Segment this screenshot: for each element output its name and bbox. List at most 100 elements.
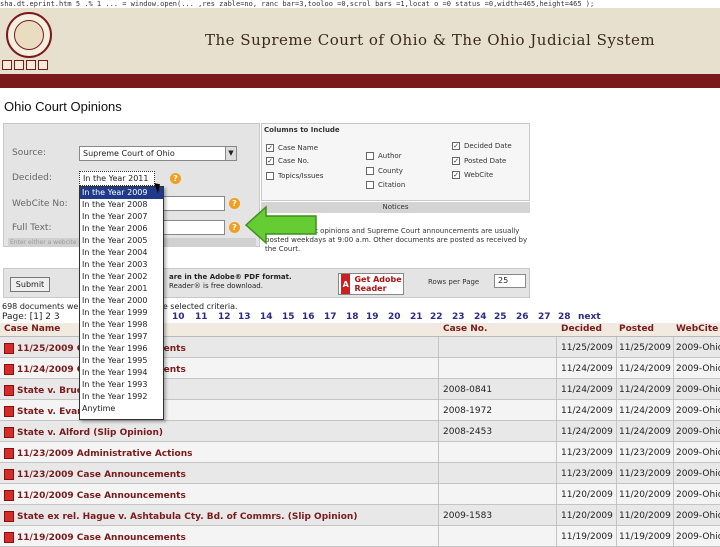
- pagination-link[interactable]: 23: [452, 312, 465, 322]
- get-adobe-reader-badge[interactable]: A Get Adobe Reader: [338, 273, 404, 295]
- pagination-link[interactable]: 14: [260, 312, 273, 322]
- header-case-name[interactable]: Case Name: [4, 324, 60, 334]
- decided-dropdown-option[interactable]: In the Year 2001: [80, 283, 163, 295]
- table-row[interactable]: 11/20/2009 Case Announcements 11/20/2009 1…: [0, 484, 720, 505]
- pagination-link[interactable]: 21: [410, 312, 423, 322]
- decided-dropdown-option[interactable]: In the Year 2005: [80, 235, 163, 247]
- decided-dropdown-option[interactable]: In the Year 1993: [80, 379, 163, 391]
- column-divider: [673, 379, 674, 399]
- source-select[interactable]: Supreme Court of Ohio ▼: [79, 146, 237, 161]
- posted-cell: 11/24/2009: [619, 385, 671, 395]
- column-divider: [616, 442, 617, 462]
- pdf-icon: [4, 385, 14, 396]
- decided-dropdown-option[interactable]: In the Year 2007: [80, 211, 163, 223]
- decided-dropdown-list[interactable]: In the Year 2009 In the Year 2008 In the Y…: [79, 186, 164, 420]
- checkbox-empty-icon: [266, 172, 274, 180]
- pagination-link[interactable]: 16: [302, 312, 315, 322]
- pdf-icon: [4, 490, 14, 501]
- decided-dropdown-option[interactable]: Anytime: [80, 403, 163, 415]
- posted-cell: 11/24/2009: [619, 427, 671, 437]
- pdf-icon: [4, 448, 14, 459]
- checkbox-label: County: [378, 167, 403, 175]
- pagination-link[interactable]: 17: [324, 312, 337, 322]
- header-webcite[interactable]: WebCite: [676, 324, 718, 334]
- case-name-link[interactable]: 11/20/2009 Case Announcements: [4, 490, 186, 501]
- pagination-link[interactable]: 19: [366, 312, 379, 322]
- decided-dropdown-option[interactable]: In the Year 1995: [80, 355, 163, 367]
- table-row[interactable]: State v. Alford (Slip Opinion) 2008-2453 1…: [0, 421, 720, 442]
- column-checkbox-posted-date[interactable]: ✓ Posted Date: [452, 157, 506, 165]
- column-divider: [556, 505, 557, 525]
- decided-dropdown-option[interactable]: In the Year 1996: [80, 343, 163, 355]
- rows-per-page-select[interactable]: 25: [494, 274, 526, 288]
- pagination-link[interactable]: 25: [494, 312, 507, 322]
- help-icon[interactable]: ?: [170, 173, 181, 184]
- column-divider: [438, 505, 439, 525]
- decided-dropdown-option[interactable]: In the Year 1997: [80, 331, 163, 343]
- column-checkbox-case-name[interactable]: ✓ Case Name: [266, 144, 318, 152]
- pagination-link[interactable]: 15: [282, 312, 295, 322]
- header-posted[interactable]: Posted: [619, 324, 654, 334]
- pagination-link[interactable]: 27: [538, 312, 551, 322]
- column-divider: [673, 505, 674, 525]
- decided-dropdown-option[interactable]: In the Year 1992: [80, 391, 163, 403]
- column-divider: [673, 400, 674, 420]
- chevron-down-icon[interactable]: ▼: [225, 147, 236, 160]
- decided-dropdown-option[interactable]: In the Year 2000: [80, 295, 163, 307]
- table-row[interactable]: 11/19/2009 Case Announcements 11/19/2009 1…: [0, 526, 720, 547]
- pagination-link[interactable]: next: [578, 312, 601, 322]
- pagination-link[interactable]: 12: [218, 312, 231, 322]
- decided-dropdown-option[interactable]: In the Year 2006: [80, 223, 163, 235]
- case-name-link[interactable]: 11/23/2009 Administrative Actions: [4, 448, 192, 459]
- decided-dropdown-option[interactable]: In the Year 2003: [80, 259, 163, 271]
- case-name-link[interactable]: 11/23/2009 Case Announcements: [4, 469, 186, 480]
- logo-square-icon: [2, 60, 12, 70]
- pagination-link[interactable]: 26: [516, 312, 529, 322]
- decided-dropdown-option[interactable]: In the Year 1994: [80, 367, 163, 379]
- table-row[interactable]: State ex rel. Hague v. Ashtabula Cty. Bd…: [0, 505, 720, 526]
- column-checkbox-author[interactable]: Author: [366, 152, 402, 160]
- pagination-link[interactable]: 20: [388, 312, 401, 322]
- column-checkbox-citation[interactable]: Citation: [366, 181, 405, 189]
- site-header: The Supreme Court of Ohio & The Ohio Jud…: [0, 8, 720, 74]
- pagination-link[interactable]: 28: [558, 312, 571, 322]
- table-row[interactable]: 11/23/2009 Case Announcements 11/23/2009 1…: [0, 463, 720, 484]
- decided-dropdown-option[interactable]: In the Year 2008: [80, 199, 163, 211]
- decided-dropdown-option[interactable]: In the Year 1998: [80, 319, 163, 331]
- adobe-logo-text: Get Adobe Reader: [354, 275, 402, 293]
- pagination-link[interactable]: 13: [238, 312, 251, 322]
- page-title: Ohio Court Opinions: [4, 99, 122, 114]
- header-case-no[interactable]: Case No.: [443, 324, 487, 334]
- checkbox-label: WebCite: [464, 171, 494, 179]
- decided-select[interactable]: In the Year 2011: [79, 171, 155, 186]
- column-checkbox-topics[interactable]: Topics/Issues: [266, 172, 323, 180]
- pagination-link[interactable]: 11: [195, 312, 208, 322]
- decided-dropdown-option[interactable]: In the Year 2004: [80, 247, 163, 259]
- column-checkbox-case-no[interactable]: ✓ Case No.: [266, 157, 309, 165]
- decided-dropdown-option[interactable]: In the Year 2009: [80, 187, 163, 199]
- decided-dropdown-option[interactable]: In the Year 2002: [80, 271, 163, 283]
- case-name-link[interactable]: State ex rel. Hague v. Ashtabula Cty. Bd…: [4, 511, 357, 522]
- case-name-link[interactable]: 11/19/2009 Case Announcements: [4, 532, 186, 543]
- ohio-seal-logo[interactable]: [6, 12, 52, 58]
- column-checkbox-county[interactable]: County: [366, 167, 403, 175]
- pagination-link[interactable]: 10: [172, 312, 185, 322]
- table-row[interactable]: 11/23/2009 Administrative Actions 11/23/2…: [0, 442, 720, 463]
- column-divider: [616, 337, 617, 357]
- checkbox-empty-icon: [366, 152, 374, 160]
- submit-button[interactable]: Submit: [10, 277, 50, 292]
- column-divider: [438, 463, 439, 483]
- column-checkbox-webcite[interactable]: ✓ WebCite: [452, 171, 493, 179]
- pagination-link[interactable]: 22: [430, 312, 443, 322]
- help-icon[interactable]: ?: [229, 222, 240, 233]
- decided-dropdown-option[interactable]: In the Year 1999: [80, 307, 163, 319]
- help-icon[interactable]: ?: [229, 198, 240, 209]
- column-divider: [673, 442, 674, 462]
- pagination-link[interactable]: 18: [346, 312, 359, 322]
- case-name-text: 11/23/2009 Administrative Actions: [17, 448, 193, 459]
- webcite-cell: 2009-Ohio: [676, 343, 720, 353]
- header-decided[interactable]: Decided: [561, 324, 602, 334]
- case-name-link[interactable]: State v. Alford (Slip Opinion): [4, 427, 163, 438]
- column-checkbox-decided-date[interactable]: ✓ Decided Date: [452, 142, 512, 150]
- pagination-link[interactable]: 24: [474, 312, 487, 322]
